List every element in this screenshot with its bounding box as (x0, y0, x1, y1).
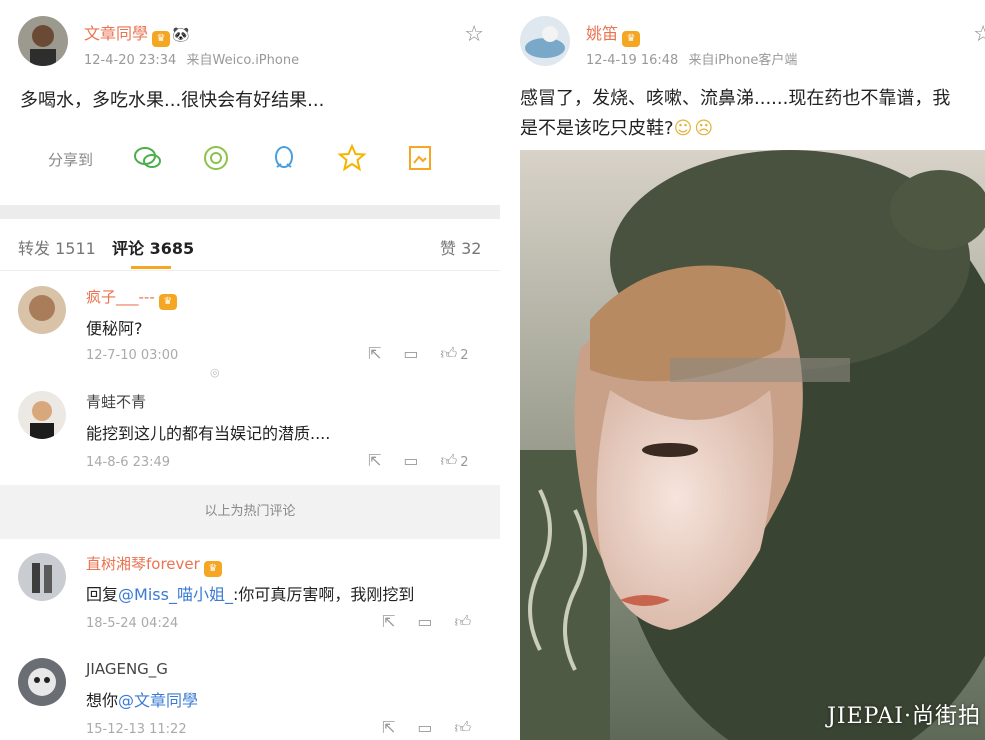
comment-actions: ⇱ ▭ 👍︎ 2 (346, 451, 469, 471)
share-row: 分享到 (20, 142, 490, 176)
hot-comments-divider: 以上为热门评论 (0, 485, 500, 539)
comment-author[interactable]: JIAGENG_G (86, 660, 168, 678)
comment-text: 能挖到这儿的都有当娱记的潜质.... (86, 424, 331, 443)
comment-body: 想你 (86, 691, 119, 710)
smile-emoji-icon: ☺ (673, 118, 693, 139)
comment-item: 青蛙不青 能挖到这儿的都有当娱记的潜质.... 14-8-6 23:49 ⇱ ▭ 👍… (0, 385, 500, 480)
comment-item: JIAGENG_G 想你@文章同學 15-12-13 11:22 ⇱ ▭ 👍︎ (0, 650, 500, 740)
panda-icon: 🐼 (172, 27, 190, 43)
comment-author[interactable]: 疯子___--- ♛ (86, 286, 177, 310)
tab-repost[interactable]: 转发 1511 (18, 235, 96, 259)
comment-author[interactable]: 青蛙不青 (86, 391, 146, 412)
avatar[interactable] (18, 16, 68, 66)
save-image-icon[interactable] (404, 142, 436, 174)
comment-time: 14-8-6 23:49 (86, 455, 171, 470)
comment-body: :你可真厉害啊，我刚挖到 (232, 585, 415, 604)
post-time: 12-4-20 23:34 (84, 53, 177, 68)
favorite-icon[interactable] (336, 142, 368, 174)
avatar[interactable] (18, 286, 66, 334)
comment-tabs: 转发 1511 评论 3685 赞 32 (0, 219, 500, 271)
active-tab-indicator (131, 266, 171, 269)
post-text-body: 是不是该吃只皮鞋? (520, 118, 674, 139)
tab-likes[interactable]: 赞 32 (440, 235, 481, 259)
avatar[interactable] (18, 658, 66, 706)
comment-actions: ⇱ ▭ 👍︎ 2 (346, 344, 469, 364)
section-divider (0, 205, 500, 219)
comment-item: 疯子___--- ♛ 便秘阿? 12-7-10 03:00 ⇱ ▭ 👍︎ 2 (0, 280, 500, 375)
mention-link[interactable]: @Miss_喵小姐_ (118, 585, 233, 604)
post-text-line: 感冒了，发烧、咳嗽、流鼻涕......现在药也不靠谱，我 (520, 88, 951, 109)
tab-comments[interactable]: 评论 3685 (112, 235, 194, 259)
like-icon[interactable]: 👍︎ 2 (441, 451, 469, 471)
favorite-star-icon[interactable]: ☆ (464, 22, 484, 47)
like-icon[interactable]: 👍︎ 2 (441, 344, 469, 364)
comment-text: 回复@Miss_喵小姐_:你可真厉害啊，我刚挖到 (86, 581, 414, 605)
like-count: 2 (460, 348, 469, 363)
comment-text: 便秘阿? (86, 319, 143, 338)
comment-actions: ⇱ ▭ 👍︎ (360, 612, 471, 632)
share-icon[interactable]: ⇱ (382, 612, 395, 631)
reply-icon[interactable]: ▭ (403, 344, 418, 363)
like-icon[interactable]: 👍︎ (455, 718, 472, 738)
post-source: 来自iPhone客户端 (688, 53, 798, 68)
vip-badge-icon: ♛ (622, 31, 641, 47)
qq-icon[interactable] (268, 142, 300, 174)
vip-badge-icon: ♛ (152, 31, 171, 47)
share-icon[interactable]: ⇱ (368, 451, 381, 470)
post-text: 多喝水，多吃水果...很快会有好结果... (20, 90, 325, 111)
comment-author[interactable]: 直树湘琴forever ♛ (86, 553, 222, 577)
post-meta: 12-4-19 16:48 来自iPhone客户端 (586, 49, 803, 68)
reply-prefix: 回复 (86, 585, 119, 604)
vip-badge-icon: ♛ (158, 294, 177, 310)
comment-time: 15-12-13 11:22 (86, 722, 187, 737)
moments-icon[interactable] (200, 142, 232, 174)
post-time: 12-4-19 16:48 (586, 53, 679, 68)
reply-icon[interactable]: ▭ (417, 612, 432, 631)
post-text: 感冒了，发烧、咳嗽、流鼻涕......现在药也不靠谱，我 是不是该吃只皮鞋?☺ ☹ (520, 84, 985, 144)
left-weibo-panel: 文章同學 ♛ 🐼 12-4-20 23:34 来自Weico.iPhone ☆ 多喝… (0, 0, 500, 740)
share-label: 分享到 (48, 151, 94, 169)
post-author-name[interactable]: 姚笛 ♛ (586, 20, 641, 47)
mention-link[interactable]: @文章同學 (118, 691, 198, 710)
favorite-star-icon[interactable]: ☆ (973, 22, 985, 47)
weibo-watermark: ◎ (210, 366, 220, 379)
comment-time: 18-5-24 04:24 (86, 616, 179, 631)
post-meta: 12-4-20 23:34 来自Weico.iPhone (84, 49, 305, 68)
vip-badge-icon: ♛ (203, 561, 222, 577)
comment-time: 12-7-10 03:00 (86, 348, 179, 363)
avatar[interactable] (18, 553, 66, 601)
like-count: 2 (460, 455, 469, 470)
avatar[interactable] (18, 391, 66, 439)
like-icon[interactable]: 👍︎ (455, 612, 472, 632)
comment-text: 想你@文章同學 (86, 687, 198, 711)
brand-watermark: JIEPAI·尚街拍 (827, 704, 981, 729)
avatar[interactable] (520, 16, 570, 66)
left-post-header: 文章同學 ♛ 🐼 12-4-20 23:34 来自Weico.iPhone ☆ (18, 16, 488, 71)
right-post-header: 姚笛♛ 12-4-19 16:48 来自iPhone客户端 ☆ (520, 16, 985, 71)
post-author-name[interactable]: 文章同學 ♛ 🐼 (84, 20, 189, 47)
right-weibo-panel: 姚笛♛ 12-4-19 16:48 来自iPhone客户端 ☆ 感冒了，发烧、咳… (500, 0, 985, 740)
comment-actions: ⇱ ▭ 👍︎ (360, 718, 471, 738)
post-text-line: 是不是该吃只皮鞋?☺ ☹ (520, 114, 985, 144)
share-icon[interactable]: ⇱ (368, 344, 381, 363)
share-icon[interactable]: ⇱ (382, 718, 395, 737)
sick-emoji-icon: ☹ (694, 118, 714, 139)
wechat-icon[interactable] (132, 142, 164, 174)
post-photo[interactable]: JIEPAI·尚街拍 (520, 150, 985, 740)
reply-icon[interactable]: ▭ (403, 451, 418, 470)
post-source: 来自Weico.iPhone (186, 53, 300, 68)
reply-icon[interactable]: ▭ (417, 718, 432, 737)
comment-item: 直树湘琴forever ♛ 回复@Miss_喵小姐_:你可真厉害啊，我刚挖到 18… (0, 545, 500, 640)
